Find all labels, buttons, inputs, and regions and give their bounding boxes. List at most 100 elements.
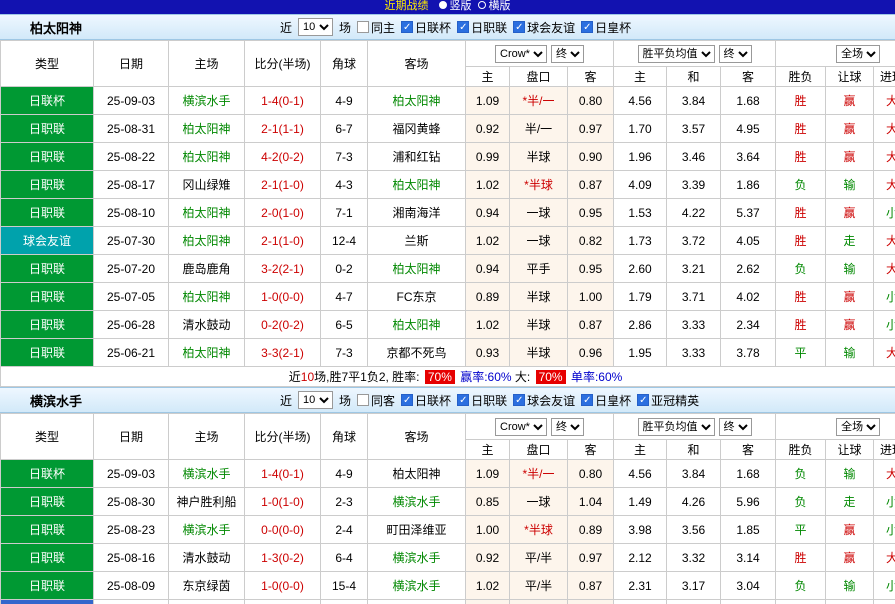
avg-draw: 3.46: [667, 143, 721, 171]
top-nav-bar: 近期战绩竖版横版: [0, 0, 895, 14]
score: 2-1(1-0): [245, 227, 321, 255]
col-avg-home: 主: [614, 440, 667, 460]
home-team: 清水鼓动: [169, 544, 245, 572]
avg-draw: 3.32: [667, 544, 721, 572]
match-row: 日职联 25-08-22 柏太阳神 4-2(0-2) 7-3 浦和红钻 0.99…: [1, 143, 895, 171]
away-odds: 0.87: [568, 572, 614, 600]
checkbox-label: 日皇杯: [595, 19, 631, 36]
league-filter-checkbox[interactable]: 日联杯: [401, 392, 451, 409]
goals-result: 大: [874, 339, 895, 367]
match-row: 日职联 25-08-10 柏太阳神 2-0(1-0) 7-1 湘南海洋 0.94…: [1, 199, 895, 227]
avg-draw: 3.71: [667, 283, 721, 311]
score: 2-1(1-0): [245, 171, 321, 199]
home-odds: 1.09: [466, 460, 510, 488]
goals-result: 小: [874, 311, 895, 339]
avg-home: 4.56: [614, 460, 667, 488]
match-date: [94, 600, 169, 604]
away-odds: 0.87: [568, 311, 614, 339]
league-filter-checkbox[interactable]: 日职联: [457, 19, 507, 36]
avg-away: 5.96: [721, 488, 776, 516]
handicap-result: 赢: [826, 516, 874, 544]
avg-draw: 3.57: [667, 115, 721, 143]
home-team: 鹿岛鹿角: [169, 255, 245, 283]
score: 2-1(1-1): [245, 115, 321, 143]
corners: 4-9: [321, 460, 368, 488]
goals-result: [874, 600, 895, 604]
col-away: 客场: [368, 414, 466, 460]
avg-final-select[interactable]: 终: [719, 418, 752, 436]
league-filter-checkbox[interactable]: 日皇杯: [581, 19, 631, 36]
match-date: 25-07-20: [94, 255, 169, 283]
handicap-result: 赢: [826, 143, 874, 171]
avg-select[interactable]: 胜平负均值: [638, 418, 715, 436]
avg-draw: 3.33: [667, 311, 721, 339]
result: 胜: [776, 199, 826, 227]
league-badge: 日联杯: [1, 87, 94, 115]
match-date: 25-08-30: [94, 488, 169, 516]
same-venue-checkbox[interactable]: 同客: [357, 392, 395, 409]
away-odds: 0.82: [568, 227, 614, 255]
home-team: 柏太阳神: [169, 115, 245, 143]
handicap-win-rate: 赢率:60%: [457, 370, 515, 384]
score: 1-0(0-0): [245, 572, 321, 600]
goals-result: 大: [874, 544, 895, 572]
goals-result: 大: [874, 87, 895, 115]
score: 1-3(0-2): [245, 544, 321, 572]
checkbox-checked-icon: [457, 21, 469, 33]
away-team: 横滨水手: [368, 544, 466, 572]
near-label: 近: [280, 392, 292, 409]
scope-select[interactable]: 全场: [836, 418, 880, 436]
league-filter-checkbox[interactable]: 日皇杯: [581, 392, 631, 409]
col-hcp-result: 让球: [826, 440, 874, 460]
odds-company-select[interactable]: Crow*: [495, 418, 547, 436]
away-odds: 1.04: [568, 488, 614, 516]
handicap-result: 输: [826, 572, 874, 600]
league-badge: 日职联: [1, 171, 94, 199]
away-team: 柏太阳神: [368, 171, 466, 199]
home-team: 神户胜利船: [169, 488, 245, 516]
avg-away: 1.85: [721, 516, 776, 544]
summary-bar: 近10场,胜7平1负2, 胜率: 70% 赢率:60% 大: 70% 单率:60…: [1, 367, 895, 387]
scope-select[interactable]: 全场: [836, 45, 880, 63]
odds-company-select[interactable]: Crow*: [495, 45, 547, 63]
layout-horizontal-label[interactable]: 横版: [489, 0, 511, 12]
corners: 7-3: [321, 143, 368, 171]
handicap-result: 输: [826, 339, 874, 367]
avg-home: 1.70: [614, 115, 667, 143]
match-date: 25-09-03: [94, 87, 169, 115]
summary-prefix: 近: [289, 370, 301, 384]
recent-count-select[interactable]: 10: [298, 391, 333, 409]
radio-horizontal-icon[interactable]: [478, 1, 486, 9]
home-odds: 0.94: [466, 199, 510, 227]
handicap-result: 输: [826, 255, 874, 283]
away-team: FC东京: [368, 283, 466, 311]
col-avg-home: 主: [614, 67, 667, 87]
games-label: 场: [339, 392, 351, 409]
league-filter-checkbox[interactable]: 球会友谊: [513, 392, 575, 409]
league-filter-checkbox[interactable]: 球会友谊: [513, 19, 575, 36]
col-avg-away: 客: [721, 67, 776, 87]
match-date: 25-08-17: [94, 171, 169, 199]
col-date: 日期: [94, 41, 169, 87]
recent-count-select[interactable]: 10: [298, 18, 333, 36]
team-name: 横滨水手: [30, 391, 280, 410]
avg-final-select[interactable]: 终: [719, 45, 752, 63]
goals-result: 大: [874, 171, 895, 199]
avg-select[interactable]: 胜平负均值: [638, 45, 715, 63]
league-filter-checkbox[interactable]: 日职联: [457, 392, 507, 409]
handicap: 半/一: [510, 115, 568, 143]
result: 负: [776, 255, 826, 283]
layout-vertical-label[interactable]: 竖版: [450, 0, 472, 12]
odds-final-select[interactable]: 终: [551, 45, 584, 63]
result-group-header: 全场: [776, 414, 895, 440]
radio-vertical-icon[interactable]: [439, 1, 447, 9]
goals-result: 大: [874, 143, 895, 171]
league-filter-checkbox[interactable]: 日联杯: [401, 19, 451, 36]
odds-final-select[interactable]: 终: [551, 418, 584, 436]
avg-home: 1.73: [614, 227, 667, 255]
same-venue-checkbox[interactable]: 同主: [357, 19, 395, 36]
goals-result: 大: [874, 255, 895, 283]
away-odds: 0.96: [568, 339, 614, 367]
handicap: 半球: [510, 283, 568, 311]
league-filter-checkbox[interactable]: 亚冠精英: [637, 392, 699, 409]
